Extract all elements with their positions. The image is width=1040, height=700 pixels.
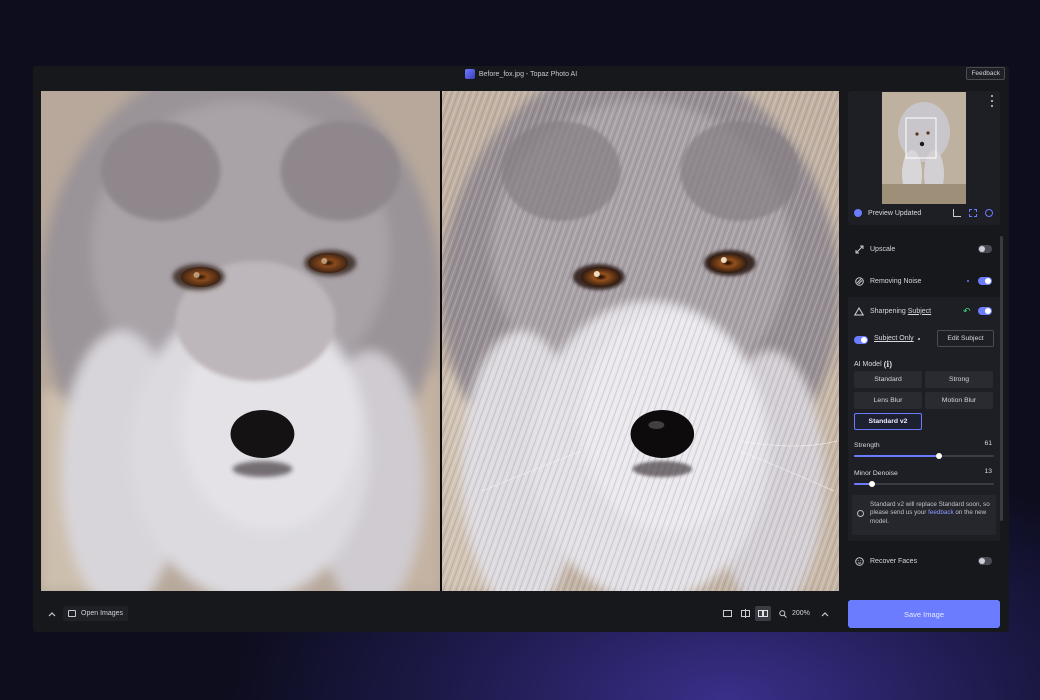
after-image-pane[interactable] [442,91,839,591]
chevron-up-icon[interactable] [45,606,59,621]
strength-slider-knob[interactable] [936,453,943,459]
recover-faces-toggle[interactable] [978,557,992,565]
single-view-icon[interactable] [721,606,733,621]
sharpen-label-text: Sharpening [870,307,908,315]
model-standard-button[interactable]: Standard [854,371,922,388]
strength-slider-fill [854,455,940,457]
ai-model-label: AI Model [854,360,882,368]
window-title: Before_fox.jpg - Topaz Photo AI [478,70,578,78]
zoom-icon [779,609,787,618]
model-motion-blur-button[interactable]: Motion Blur [925,392,993,409]
sharpen-toggle[interactable] [978,307,992,315]
before-image-pane[interactable] [41,91,440,591]
check-circle-icon [854,209,862,217]
more-options-icon[interactable] [991,95,995,107]
face-icon [854,556,864,566]
notice-text: Standard v2 will replace Standard soon, … [870,501,990,526]
settings-circle-icon[interactable] [985,209,993,217]
subject-only-label[interactable]: Subject Only [874,335,914,342]
right-sidebar: Preview Updated Upscale Removing Noise S… [848,91,1000,593]
navigator-thumbnail[interactable] [882,92,966,204]
sharpen-label: Sharpening Subject [870,308,931,315]
fullscreen-icon[interactable] [969,209,977,217]
strength-label: Strength [854,442,880,449]
image-icon [68,610,76,617]
info-circle-icon [857,510,864,517]
open-images-button[interactable]: Open Images [63,606,129,621]
save-image-button[interactable]: Save Image [848,600,1000,628]
model-standard-v2-button[interactable]: Standard v2 [854,413,922,430]
strength-value: 61 [984,440,992,447]
zoom-chevron-up-icon[interactable] [819,606,831,621]
zoom-level: 200% [792,610,810,617]
upscale-toggle[interactable] [978,245,992,253]
expand-arrows-icon [854,244,864,254]
upscale-row[interactable]: Upscale [848,235,1000,263]
after-fox-image [442,91,839,591]
split-view-icon[interactable] [739,606,751,621]
model-lens-blur-button[interactable]: Lens Blur [854,392,922,409]
noise-icon [854,276,864,286]
recover-faces-label: Recover Faces [870,557,918,565]
open-images-label: Open Images [81,610,124,617]
preview-status-label: Preview Updated [868,209,922,217]
model-notice: Standard v2 will replace Standard soon, … [852,495,996,535]
title-bar: Before_fox.jpg - Topaz Photo AI Feedback [33,66,1009,82]
crop-icon[interactable] [953,209,961,217]
topaz-app-icon [464,69,475,79]
zoom-control[interactable]: 200% [779,606,810,621]
navigator-panel: Preview Updated [848,91,1000,225]
strength-slider[interactable] [854,453,994,459]
info-icon[interactable]: (i) [884,359,892,369]
before-fox-image [41,91,440,591]
remove-noise-label: Removing Noise [870,277,922,285]
sharpen-subject-link[interactable]: Subject [908,308,931,315]
minor-denoise-value: 13 [984,468,992,475]
subject-dot-icon [918,338,920,340]
subject-only-toggle[interactable] [854,336,868,344]
minor-denoise-slider[interactable] [854,481,994,487]
model-strong-button[interactable]: Strong [925,371,993,388]
side-by-side-view-icon[interactable] [755,606,771,621]
feedback-link[interactable]: feedback [928,509,954,516]
remove-noise-toggle[interactable] [978,277,992,285]
status-dot-icon [967,280,969,282]
ai-model-heading: AI Model (i) [854,359,892,369]
remove-noise-row[interactable]: Removing Noise [848,267,1000,295]
sharpen-header[interactable]: Sharpening Subject ↶ [848,297,1000,325]
sharpen-panel: Sharpening Subject ↶ Subject Only Edit S… [848,297,1000,541]
feedback-button[interactable]: Feedback [966,67,1005,80]
recover-faces-row[interactable]: Recover Faces [848,547,1000,575]
preview-status: Preview Updated [854,209,921,217]
app-window: Before_fox.jpg - Topaz Photo AI Feedback [33,66,1009,632]
subject-only-row: Subject Only Edit Subject [848,330,1000,350]
sidebar-scrollbar[interactable] [1000,236,1003,521]
triangle-icon [854,306,864,316]
edit-subject-button[interactable]: Edit Subject [937,330,994,347]
bottom-toolbar: Open Images 200% [33,600,847,628]
upscale-label: Upscale [870,245,896,253]
minor-denoise-label: Minor Denoise [854,470,898,477]
undo-icon[interactable]: ↶ [963,306,971,317]
minor-denoise-slider-knob[interactable] [869,481,876,487]
